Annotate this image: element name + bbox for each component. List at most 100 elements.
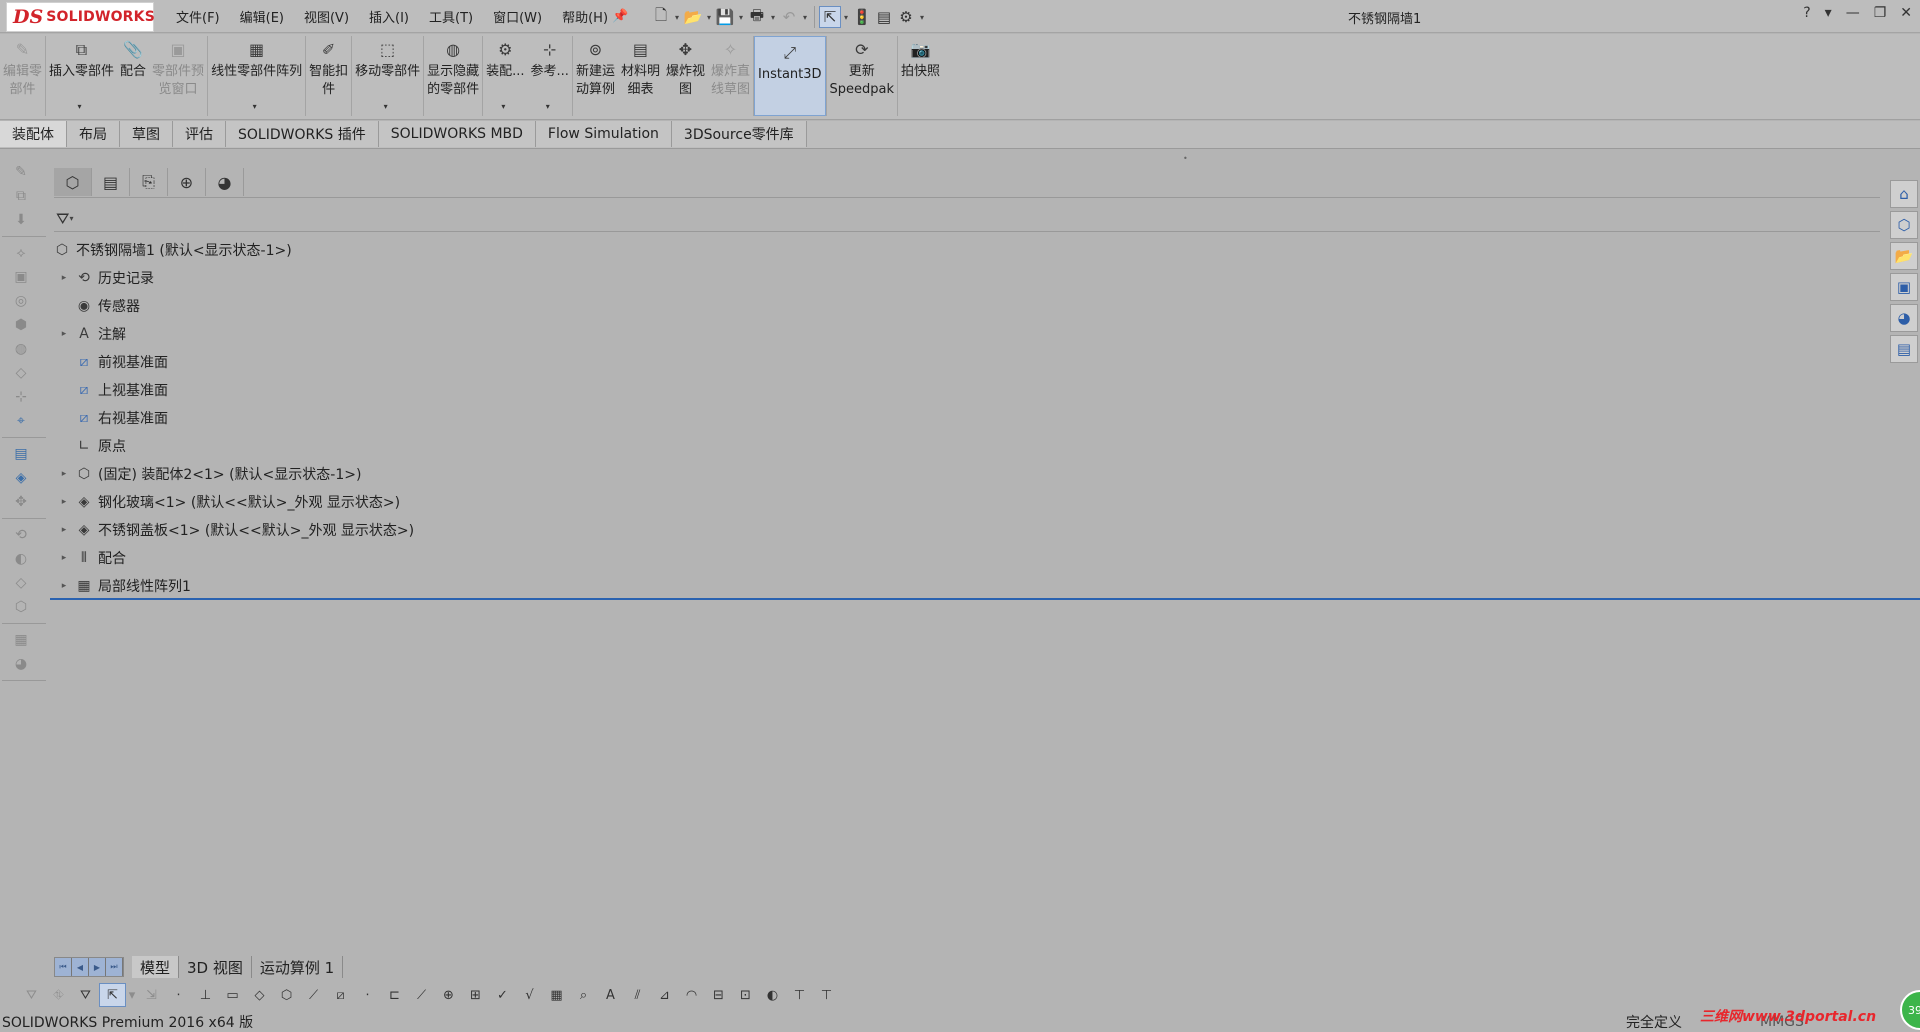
view-palette-icon[interactable]: ▣ [1890,273,1918,301]
dropdown-caret-icon[interactable]: ▾ [253,98,257,116]
tab-flow-simulation[interactable]: Flow Simulation [535,121,672,147]
next-tab-icon[interactable]: ▶ [89,958,106,976]
filter-sketch-segment-icon[interactable]: ⊏ [381,983,408,1007]
tree-item[interactable]: ▸ ⫴ 配合 [54,544,1880,572]
filter-stacked-balloon-icon[interactable]: ⊟ [705,983,732,1007]
tab-3dsource[interactable]: 3DSource零件库 [671,121,807,147]
tool-icon[interactable]: ▤ [4,442,38,466]
configuration-manager-icon[interactable]: ⎘ [130,168,168,196]
command-move-component-button[interactable]: ⬚ 移动零部件 ▾ [352,34,423,118]
tab-mbd[interactable]: SOLIDWORKS MBD [378,121,536,147]
filter-center-mark-icon[interactable]: ⊤ [786,983,813,1007]
close-button[interactable]: ✕ [1900,5,1912,21]
filter-axes-icon[interactable]: ⟋ [300,983,327,1007]
save-icon[interactable]: 💾 [714,6,736,28]
new-document-icon[interactable]: 🗋 [650,6,672,28]
file-explorer-icon[interactable]: 📂 [1890,242,1918,270]
clear-filters-icon[interactable]: ⛗ [45,983,72,1007]
filter-edges-icon[interactable]: ⊥ [192,983,219,1007]
open-caret-icon[interactable]: ▾ [704,13,714,22]
tool-icon[interactable]: ◇ [4,571,38,595]
print-caret-icon[interactable]: ▾ [768,13,778,22]
tool-icon[interactable]: ✎ [4,160,38,184]
filter-centerline-icon[interactable]: ⊤ [813,983,840,1007]
rebuild-icon[interactable]: 🚦 [851,6,873,28]
command-new-motion-study-button[interactable]: ⊚ 新建运 动算例 [573,34,618,118]
command-snapshot-button[interactable]: 📷 拍快照 [898,34,943,118]
filter-planes-icon[interactable]: ⧄ [327,983,354,1007]
filter-surface-finish-icon[interactable]: ✓ [489,983,516,1007]
select-all-filters-icon[interactable]: ⛛ [72,983,99,1007]
pin-menu-icon[interactable]: 📌 [612,9,628,24]
tree-item[interactable]: ▸ ◈ 不锈钢盖板<1> (默认<<默认>_外观 显示状态>) [54,516,1880,544]
tree-item[interactable]: ▸ ▦ 局部线性阵列1 [54,572,1880,600]
command-show-hidden-button[interactable]: ◍ 显示隐藏 的零部件 [424,34,482,118]
filter-sketch-point-icon[interactable]: ⋅ [354,983,381,1007]
filter-solid-icon[interactable]: ⬡ [273,983,300,1007]
filter-faces-icon[interactable]: ▭ [219,983,246,1007]
custom-properties-icon[interactable]: ▤ [1890,335,1918,363]
tab-sketch[interactable]: 草图 [120,121,173,147]
filter-toggle-icon[interactable]: ⛛ [18,983,45,1007]
tool-icon[interactable]: ▦ [4,628,38,652]
tree-item[interactable]: ▸ ⟲ 历史记录 [54,264,1880,292]
expand-arrow-icon[interactable]: ▸ [54,329,74,339]
command-exploded-view-button[interactable]: ✥ 爆炸视 图 [663,34,708,118]
options-caret-icon[interactable]: ▾ [917,13,927,22]
filter-cosmetic-thread-icon[interactable]: ⫽ [624,983,651,1007]
command-reference-geometry-button[interactable]: ⊹ 参考... ▾ [528,34,572,118]
prev-tab-icon[interactable]: ◀ [72,958,89,976]
menu-view[interactable]: 视图(V) [304,7,349,26]
expand-arrow-icon[interactable]: ▸ [54,273,74,283]
expand-arrow-icon[interactable]: ▸ [54,469,74,479]
menu-edit[interactable]: 编辑(E) [240,7,284,26]
menu-tools[interactable]: 工具(T) [429,7,473,26]
help-icon[interactable]: ? [1803,5,1810,21]
command-bom-button[interactable]: ▤ 材料明 细表 [618,34,663,118]
panel-splitter-handle[interactable]: • [1183,154,1188,163]
options-gear-icon[interactable]: ⚙ [895,6,917,28]
filter-datum-icon[interactable]: A [597,983,624,1007]
last-tab-icon[interactable]: ⏭ [106,958,123,976]
help-caret-icon[interactable]: ▾ [1825,5,1832,21]
print-icon[interactable]: 🖶 [746,6,768,28]
tree-item[interactable]: ▸ ⬡ (固定) 装配体2<1> (默认<显示状态-1>) [54,460,1880,488]
command-assembly-features-button[interactable]: ⚙ 装配... ▾ [483,34,527,118]
command-preview-window-button[interactable]: ▣ 零部件预 览窗口 [149,34,207,118]
rollback-bar[interactable] [50,598,1920,600]
property-manager-icon[interactable]: ▤ [92,168,130,196]
tool-icon[interactable]: ◈ [4,466,38,490]
save-caret-icon[interactable]: ▾ [736,13,746,22]
display-manager-icon[interactable]: ◕ [206,168,244,196]
command-smart-fastener-button[interactable]: ✐ 智能扣 件 [306,34,351,118]
restore-button[interactable]: ❐ [1874,5,1887,21]
tool-icon[interactable]: ◕ [4,652,38,676]
select-caret-icon[interactable]: ▾ [126,983,138,1007]
command-linear-pattern-button[interactable]: ▦ 线性零部件阵列 ▾ [208,34,305,118]
dropdown-caret-icon[interactable]: ▾ [501,98,505,116]
solidworks-logo[interactable]: DS SOLIDWORKS [6,2,155,32]
dropdown-caret-icon[interactable]: ▾ [384,98,388,116]
undo-icon[interactable]: ↶ [778,6,800,28]
first-tab-icon[interactable]: ⏮ [55,958,72,976]
tab-layout[interactable]: 布局 [67,121,120,147]
menu-help[interactable]: 帮助(H) [562,7,608,26]
tool-icon[interactable]: ◍ [4,337,38,361]
filter-notes-icon[interactable]: ▦ [543,983,570,1007]
tab-assembly[interactable]: 装配体 [0,121,67,147]
expand-arrow-icon[interactable]: ▸ [54,553,74,563]
tool-icon[interactable]: ✥ [4,490,38,514]
tool-icon[interactable]: ⌖ [4,409,38,433]
filter-geometric-tolerance-icon[interactable]: √ [516,983,543,1007]
tool-icon[interactable]: ⟡ [4,241,38,265]
dimxpert-icon[interactable]: ⊕ [168,168,206,196]
filter-datum-target-icon[interactable]: ⊡ [732,983,759,1007]
command-speedpak-button[interactable]: ⟳ 更新 Speedpak [827,34,898,118]
minimize-button[interactable]: — [1846,5,1860,21]
filter-dimension-icon[interactable]: ⊞ [462,983,489,1007]
menu-insert[interactable]: 插入(I) [369,7,409,26]
filter-faces-icon[interactable]: ⇲ [138,983,165,1007]
tree-item[interactable]: ◉ 传感器 [54,292,1880,320]
undo-caret-icon[interactable]: ▾ [800,13,810,22]
tool-icon[interactable]: ▣ [4,265,38,289]
